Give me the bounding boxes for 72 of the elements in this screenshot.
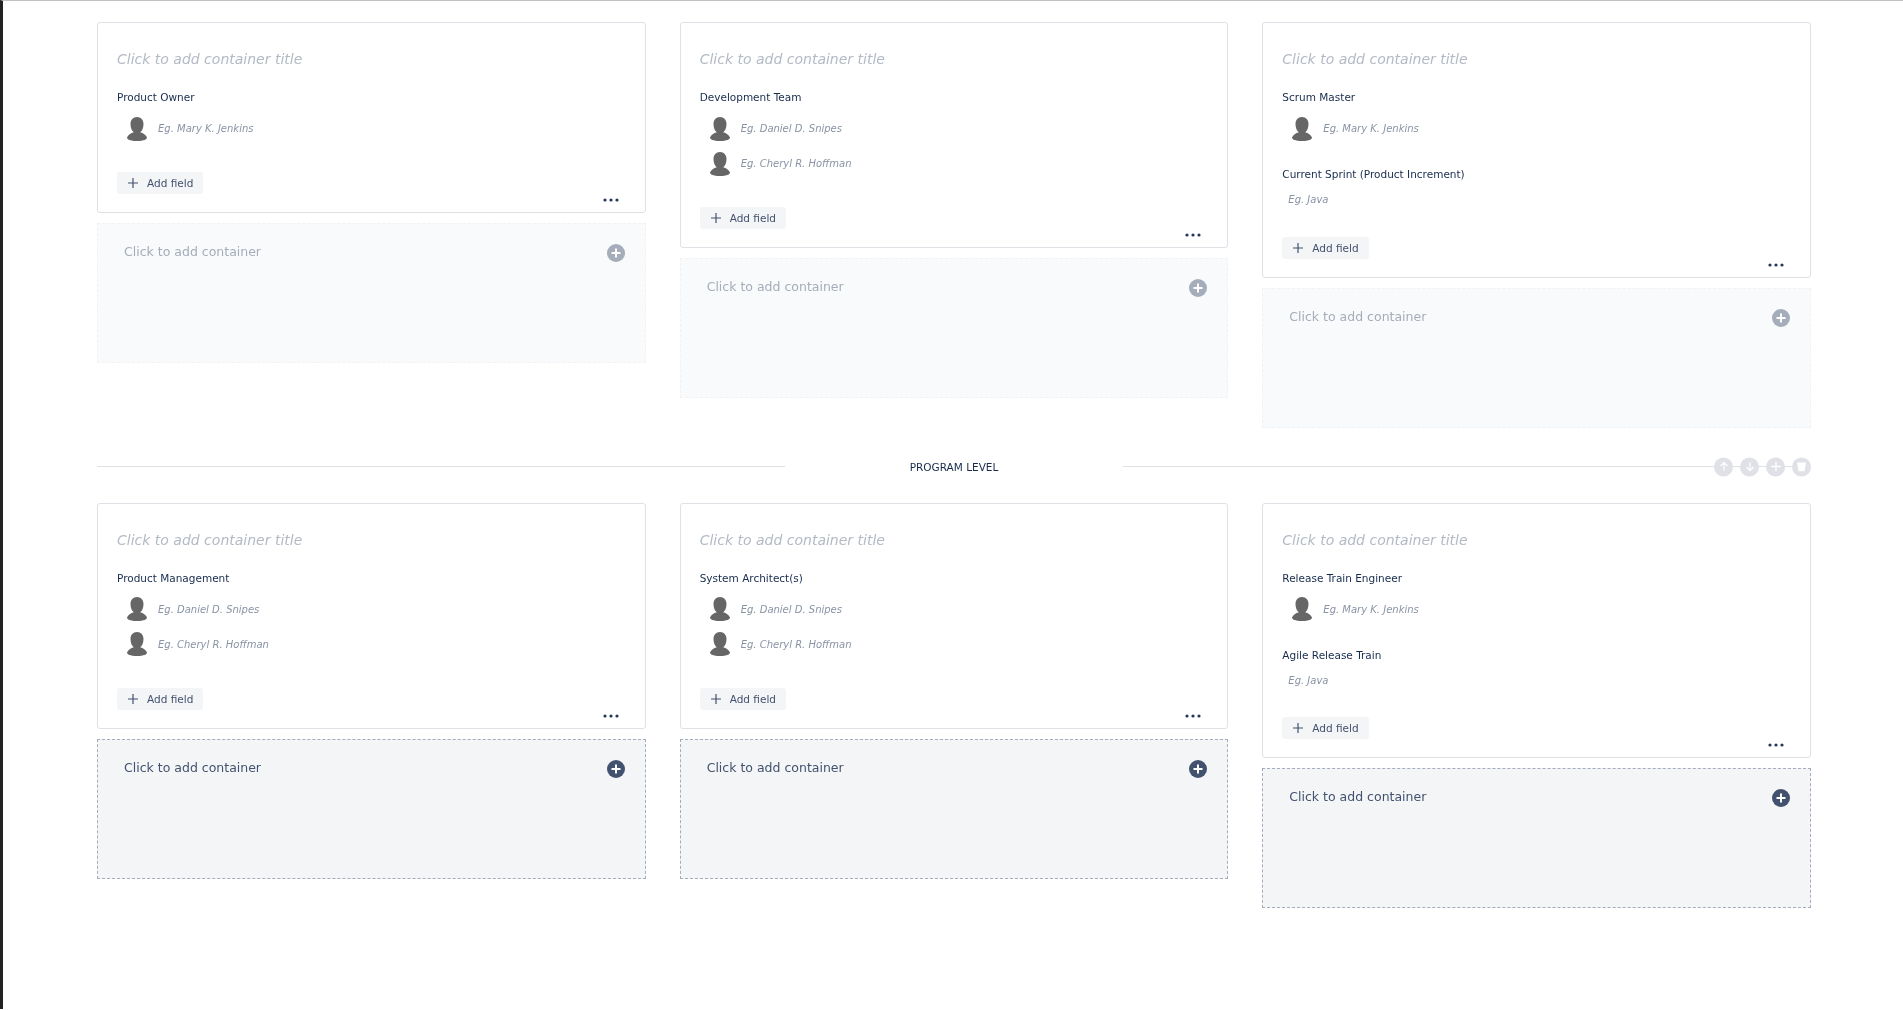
container-title-field[interactable]: Click to add container title [699, 49, 1208, 69]
add-container-label: Click to add container [1289, 308, 1427, 324]
add-field-button[interactable]: Add field [699, 687, 786, 710]
more-icon[interactable] [1185, 713, 1202, 718]
add-container-label: Click to add container [124, 244, 261, 259]
more-icon[interactable] [1768, 262, 1784, 267]
person-field[interactable]: Eg. Daniel D. Snipes [740, 123, 1001, 134]
person-field[interactable]: Eg. Cheryl R. Hoffman [740, 158, 1001, 169]
plus-icon [1770, 461, 1781, 472]
field-label: Release Train Engineer [1282, 571, 1403, 584]
more-icon[interactable] [1768, 743, 1784, 747]
person-silhouette-icon [127, 116, 147, 141]
person-silhouette-icon [1292, 116, 1313, 141]
text-field[interactable]: Eg. Java [1282, 669, 1549, 691]
plus-circle-icon [606, 244, 625, 262]
person-field[interactable]: Eg. Mary K. Jenkins [1323, 123, 1584, 134]
add-container-label: Click to add container [124, 759, 261, 775]
arrow-up-icon [1718, 461, 1729, 472]
add-container-label: Click to add container [706, 759, 844, 775]
container-title-field[interactable]: Click to add container title [1282, 49, 1790, 69]
person-field[interactable]: Eg. Cheryl R. Hoffman [158, 638, 418, 650]
plus-circle-icon [1189, 279, 1208, 297]
container-title-field[interactable]: Click to add container title [117, 529, 625, 550]
person-field[interactable]: Eg. Daniel D. Snipes [740, 603, 1001, 615]
person-silhouette-icon [127, 597, 147, 621]
add-field-button[interactable]: Add field [1282, 236, 1369, 259]
person-silhouette-icon [709, 597, 730, 621]
add-container-label: Click to add container [1289, 789, 1427, 804]
add-field-button[interactable]: Add field [1282, 717, 1369, 739]
person-field[interactable]: Eg. Mary K. Jenkins [1323, 603, 1584, 615]
plus-circle-icon [1189, 759, 1208, 778]
section-heading: PROGRAM LEVEL [908, 460, 1000, 473]
add-container-area[interactable]: Click to add container [1262, 768, 1811, 908]
add-container-label: Click to add container [706, 279, 844, 294]
add-field-button[interactable]: Add field [699, 207, 786, 229]
container-title-field[interactable]: Click to add container title [1282, 529, 1790, 550]
field-label: System Architect(s) [699, 571, 804, 584]
field-label: Product Owner [117, 91, 196, 103]
person-silhouette-icon [1292, 597, 1313, 621]
add-field-button[interactable]: Add field [117, 172, 204, 194]
add-container-area[interactable]: Click to add container [97, 738, 646, 879]
arrow-down-icon [1744, 461, 1755, 472]
plus-icon [128, 178, 138, 188]
more-icon[interactable] [602, 713, 619, 718]
add-container-area[interactable]: Click to add container [679, 738, 1229, 879]
more-icon[interactable] [1185, 233, 1202, 237]
person-field[interactable]: Eg. Cheryl R. Hoffman [740, 638, 1001, 650]
field-label: Development Team [699, 91, 803, 103]
text-field[interactable]: Eg. Java [1282, 188, 1549, 211]
container-title-field[interactable]: Click to add container title [117, 49, 625, 69]
field-label: Current Sprint (Product Increment) [1282, 168, 1466, 180]
person-field[interactable]: Eg. Mary K. Jenkins [158, 123, 418, 134]
person-silhouette-icon [709, 151, 730, 176]
person-silhouette-icon [127, 632, 147, 656]
more-icon[interactable] [602, 198, 619, 202]
plus-icon [128, 693, 138, 704]
field-label: Product Management [117, 571, 231, 584]
plus-circle-icon [606, 759, 625, 778]
person-field[interactable]: Eg. Daniel D. Snipes [158, 603, 418, 615]
plus-icon [710, 693, 721, 704]
container-title-field[interactable]: Click to add container title [699, 529, 1208, 550]
field-label: Scrum Master [1282, 91, 1357, 103]
person-silhouette-icon [709, 116, 730, 141]
plus-icon [1293, 242, 1304, 253]
trash-icon [1797, 461, 1806, 472]
plus-icon [710, 213, 721, 223]
person-silhouette-icon [709, 632, 730, 656]
plus-circle-icon [1772, 308, 1790, 327]
field-label: Agile Release Train [1282, 648, 1383, 661]
plus-circle-icon [1772, 789, 1790, 807]
add-field-button[interactable]: Add field [117, 687, 204, 710]
plus-icon [1293, 723, 1304, 733]
